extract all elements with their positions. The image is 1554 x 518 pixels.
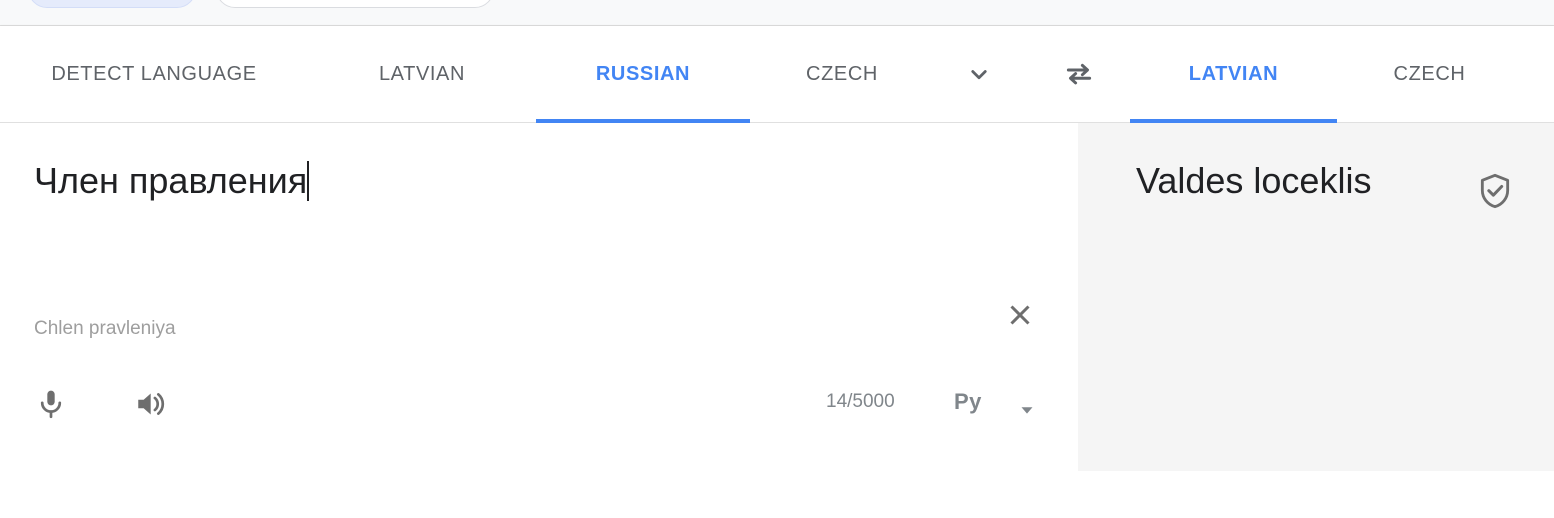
keyboard-language-label[interactable]: Ру [954,389,982,415]
translation-panes: Член правления Chlen pravleniya 14/5000 … [0,123,1554,471]
chip-plain[interactable] [216,0,494,8]
chip-selected[interactable] [28,0,196,8]
tab-detect-language[interactable]: DETECT LANGUAGE [0,26,308,122]
tab-source-czech-label: CZECH [806,62,878,85]
swap-horizontal-icon[interactable] [1034,26,1124,122]
tab-target-czech[interactable]: CZECH [1337,26,1522,122]
translate-card: DETECT LANGUAGE LATVIAN RUSSIAN CZECH LA… [0,26,1554,471]
tab-source-latvian-label: LATVIAN [378,62,466,85]
source-text-value: Член правления [34,160,308,201]
chevron-down-icon[interactable] [934,26,1024,122]
tab-detect-language-label: DETECT LANGUAGE [51,62,257,85]
page-background-below-card [0,471,1554,518]
target-text-value: Valdes loceklis [1136,160,1372,201]
speaker-icon-source[interactable] [128,381,174,427]
source-text-area[interactable]: Член правления [34,159,310,202]
top-chip-strip [0,0,1554,26]
source-transliteration: Chlen pravleniya [34,318,176,339]
caret-down-icon[interactable] [1016,399,1038,426]
tab-target-latvian-label: LATVIAN [1188,62,1279,85]
tab-target-latvian[interactable]: LATVIAN [1130,26,1337,123]
tab-source-czech[interactable]: CZECH [750,26,934,122]
source-panel[interactable]: Член правления Chlen pravleniya 14/5000 … [0,123,1078,471]
microphone-icon[interactable] [28,381,74,427]
text-cursor [307,161,310,201]
tab-source-latvian[interactable]: LATVIAN [308,26,536,122]
character-count: 14/5000 [826,391,895,412]
tab-target-czech-label: CZECH [1393,62,1466,85]
verified-shield-icon[interactable] [1472,168,1518,214]
tab-source-russian-label: RUSSIAN [595,62,691,85]
language-tab-bar: DETECT LANGUAGE LATVIAN RUSSIAN CZECH LA… [0,26,1554,123]
tab-source-russian[interactable]: RUSSIAN [536,26,750,123]
close-icon[interactable] [996,291,1044,339]
